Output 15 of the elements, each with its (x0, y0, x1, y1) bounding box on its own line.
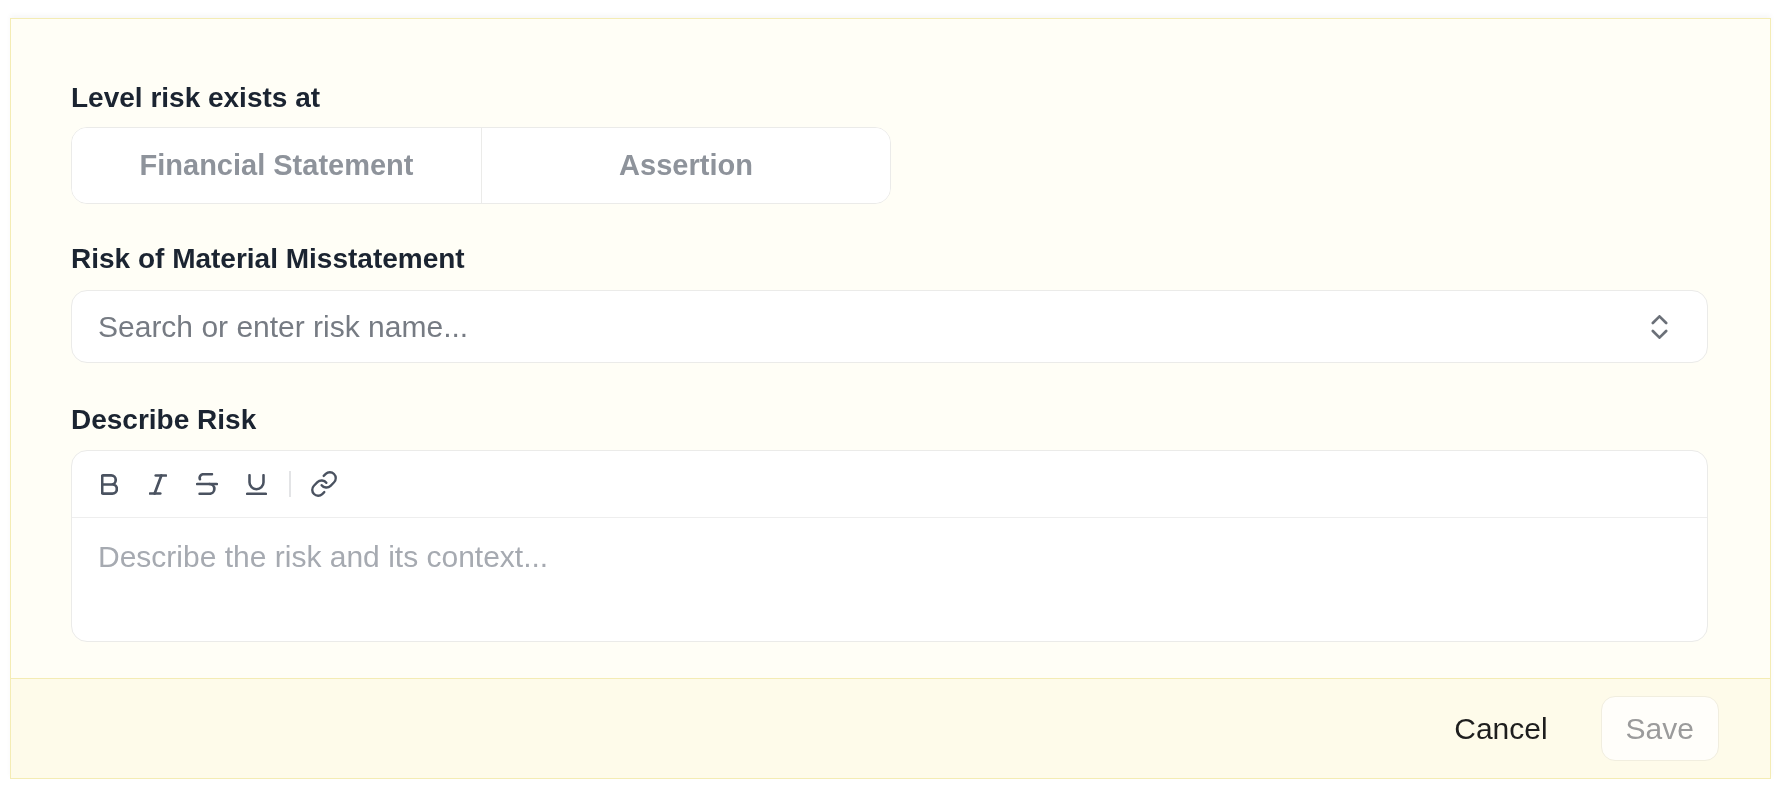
search-input[interactable]: Search or enter risk name... (98, 309, 1651, 344)
chevrons-up-down-icon (1651, 314, 1668, 339)
underline-icon (245, 473, 267, 495)
bold-icon (100, 473, 118, 495)
risk-select[interactable]: Search or enter risk name... (71, 290, 1708, 363)
segment-option[interactable]: Assertion (481, 128, 890, 203)
field-label: Describe Risk (71, 403, 258, 437)
field-label: Risk of Material Misstatement (71, 242, 466, 276)
cancel-button[interactable]: Cancel (1432, 696, 1570, 761)
rich-text-editor[interactable]: Describe the risk and its context... (71, 450, 1708, 642)
strikethrough-icon (196, 473, 218, 495)
italic-icon (149, 473, 167, 495)
field-label: Level risk exists at (71, 81, 322, 115)
description-field[interactable]: Describe the risk and its context... (72, 518, 1707, 641)
link-icon (310, 471, 337, 497)
